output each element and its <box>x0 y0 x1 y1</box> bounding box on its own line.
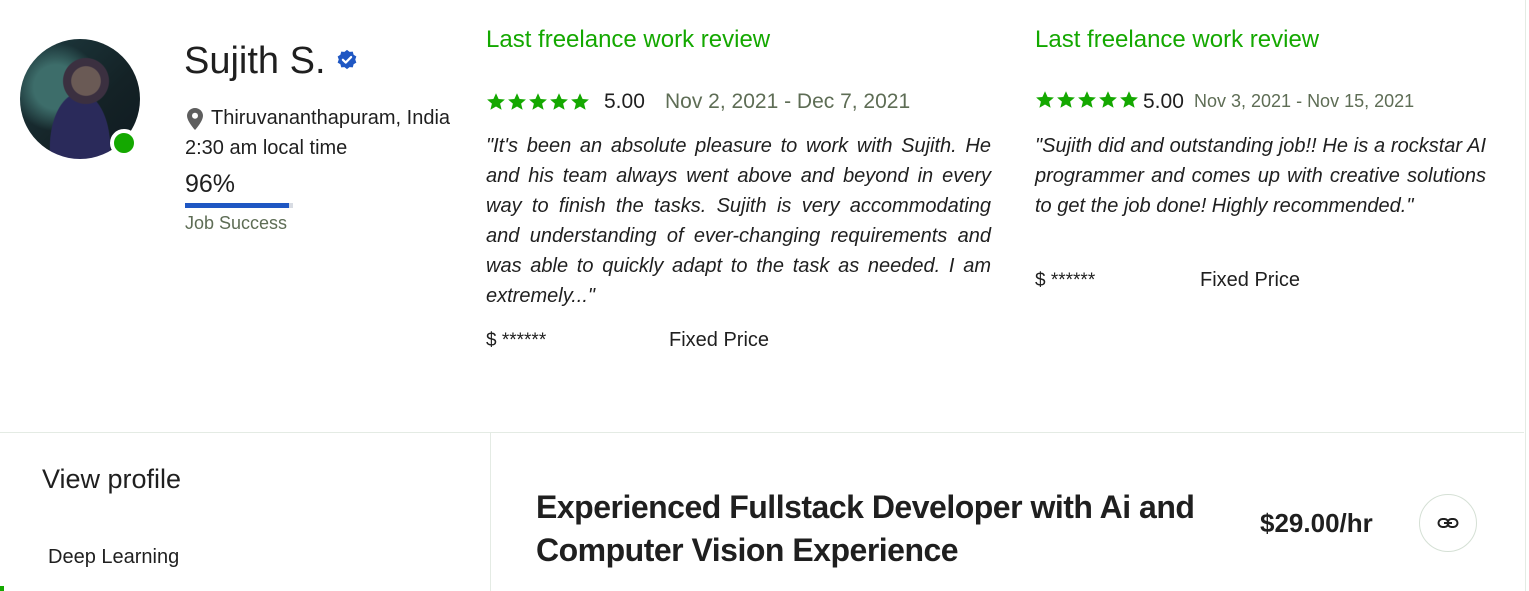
view-profile-heading[interactable]: View profile <box>42 464 181 495</box>
review-rating: 5.00 <box>604 90 645 113</box>
profile-title: Experienced Fullstack Developer with Ai … <box>536 489 1195 568</box>
verified-badge-icon <box>337 49 357 70</box>
star-icon <box>571 93 589 110</box>
column-divider <box>490 433 491 591</box>
review-price: $ ****** <box>486 330 547 351</box>
review-heading: Last freelance work review <box>486 26 771 53</box>
location-text: Thiruvananthapuram, India <box>211 107 451 129</box>
star-icon <box>1078 91 1096 108</box>
freelancer-name[interactable]: Sujith S. <box>184 40 326 83</box>
review-stars <box>1035 90 1139 110</box>
review-quote: "Sujith did and outstanding job!! He is … <box>1035 135 1486 217</box>
copy-link-button[interactable] <box>1419 494 1477 552</box>
review-dates: Nov 2, 2021 - Dec 7, 2021 <box>665 90 911 113</box>
active-indicator <box>0 586 4 591</box>
review-contract-type: Fixed Price <box>669 329 770 351</box>
review-rating: 5.00 <box>1143 90 1184 113</box>
star-icon <box>487 93 505 110</box>
star-icon <box>1099 91 1117 108</box>
section-divider <box>0 432 1524 433</box>
online-status-icon <box>110 129 138 157</box>
job-success-label: Job Success <box>185 213 288 233</box>
review-stars <box>486 92 590 112</box>
job-success-value: 96% <box>185 170 236 198</box>
review-price: $ ****** <box>1035 270 1096 291</box>
hourly-rate: $29.00/hr <box>1260 508 1373 538</box>
star-icon <box>1057 91 1075 108</box>
link-icon <box>1437 518 1459 528</box>
review-heading: Last freelance work review <box>1035 26 1320 53</box>
location-pin-icon <box>187 108 203 130</box>
star-icon <box>550 93 568 110</box>
review-dates: Nov 3, 2021 - Nov 15, 2021 <box>1194 91 1415 111</box>
skill-item[interactable]: Deep Learning <box>48 546 179 569</box>
job-success-bar <box>185 203 289 208</box>
review-contract-type: Fixed Price <box>1200 269 1301 291</box>
star-icon <box>529 93 547 110</box>
local-time: 2:30 am local time <box>185 137 348 159</box>
star-icon <box>1120 91 1138 108</box>
review-quote: "It's been an absolute pleasure to work … <box>486 135 991 307</box>
right-border <box>1525 0 1526 591</box>
star-icon <box>508 93 526 110</box>
star-icon <box>1036 91 1054 108</box>
